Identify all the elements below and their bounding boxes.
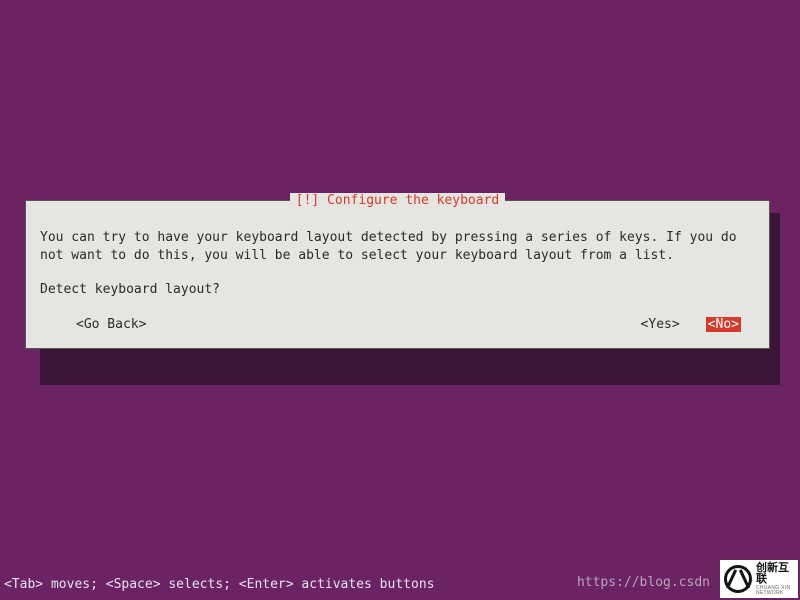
watermark-logo: 创新互联 CHUANG XIN NETWORK bbox=[720, 560, 798, 598]
no-button[interactable]: <No> bbox=[706, 317, 741, 332]
dialog-title: [!] Configure the keyboard bbox=[290, 193, 506, 208]
logo-mark-icon bbox=[724, 565, 752, 593]
dialog-body-text: You can try to have your keyboard layout… bbox=[40, 229, 755, 264]
dialog-question: Detect keyboard layout? bbox=[40, 282, 755, 297]
go-back-button[interactable]: <Go Back> bbox=[76, 317, 146, 332]
dialog-button-row: <Go Back> <Yes> <No> bbox=[40, 317, 755, 332]
help-bar: <Tab> moves; <Space> selects; <Enter> ac… bbox=[4, 577, 434, 592]
watermark-url: https://blog.csdn bbox=[577, 575, 710, 590]
configure-keyboard-dialog: [!] Configure the keyboard You can try t… bbox=[25, 200, 770, 349]
logo-main-text: 创新互联 bbox=[756, 563, 794, 585]
logo-sub-text: CHUANG XIN NETWORK bbox=[756, 586, 794, 596]
yes-button[interactable]: <Yes> bbox=[641, 317, 680, 332]
